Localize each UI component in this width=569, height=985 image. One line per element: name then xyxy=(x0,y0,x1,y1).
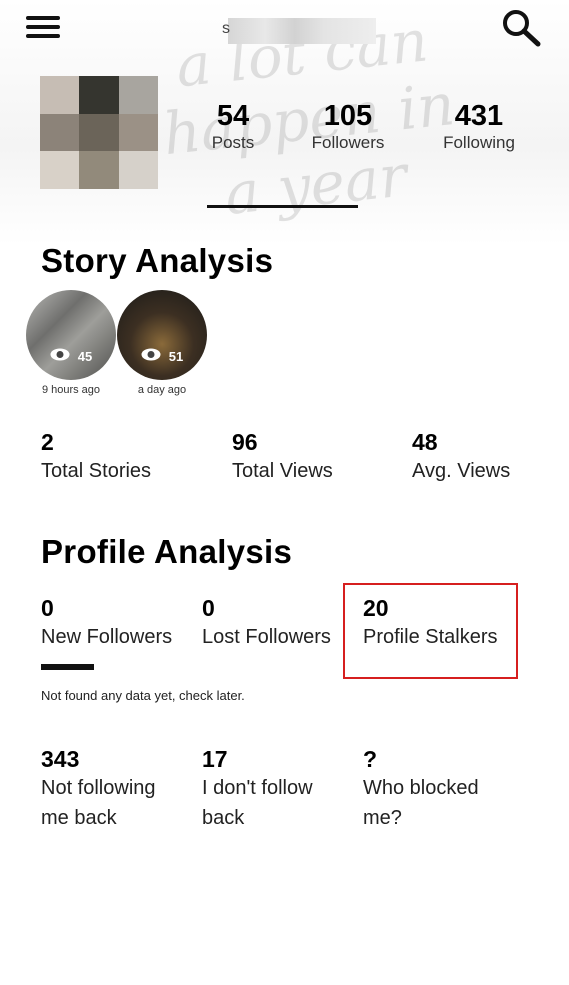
metric-label-line1: I don't follow xyxy=(202,777,313,799)
i-dont-follow-back-metric[interactable]: 17 I don't follow back xyxy=(202,745,313,833)
username-blurred xyxy=(228,18,376,44)
metric-label-line2: me back xyxy=(41,807,117,829)
metric-label-line2: back xyxy=(202,807,245,829)
metric-value: ? xyxy=(363,746,378,772)
following-count[interactable]: 431 Following xyxy=(424,100,534,153)
search-icon[interactable] xyxy=(500,8,542,48)
metric-label: Total Stories xyxy=(41,460,152,482)
following-value: 431 xyxy=(454,100,504,132)
highlight-box xyxy=(343,583,518,679)
metric-value: 0 xyxy=(202,595,215,621)
total-views-metric[interactable]: 96 Total Views xyxy=(232,428,333,486)
metric-label: Total Views xyxy=(232,460,333,482)
story-analysis-title: Story Analysis xyxy=(41,242,274,279)
metric-value: 48 xyxy=(412,429,438,455)
menu-icon[interactable] xyxy=(26,14,60,40)
total-stories-metric[interactable]: 2 Total Stories xyxy=(41,428,151,486)
metric-label-line2: me? xyxy=(363,807,402,829)
metric-value: 343 xyxy=(41,746,80,772)
avatar[interactable] xyxy=(40,76,158,189)
profile-analysis-title: Profile Analysis xyxy=(41,533,293,570)
metric-value: 0 xyxy=(41,595,54,621)
metric-label: New Followers xyxy=(41,626,173,648)
story-thumbnail[interactable]: 51 xyxy=(117,290,207,380)
username: s xyxy=(222,20,230,37)
posts-label: Posts xyxy=(211,133,255,152)
tab-indicator xyxy=(207,205,358,208)
avg-views-metric[interactable]: 48 Avg. Views xyxy=(412,428,510,486)
lost-followers-metric[interactable]: 0 Lost Followers xyxy=(202,594,331,652)
metric-label-line1: Who blocked xyxy=(363,777,479,799)
story-views: 51 xyxy=(117,348,207,364)
eye-icon xyxy=(50,348,70,364)
new-followers-metric[interactable]: 0 New Followers xyxy=(41,594,172,652)
story-views: 45 xyxy=(26,348,116,364)
followers-label: Followers xyxy=(311,133,385,152)
story-time: a day ago xyxy=(137,384,187,396)
posts-value: 54 xyxy=(216,100,250,132)
who-blocked-me-metric[interactable]: ? Who blocked me? xyxy=(363,745,479,833)
story-views-count: 45 xyxy=(77,348,93,364)
metric-label: Lost Followers xyxy=(202,626,331,648)
metric-label-line1: Not following xyxy=(41,777,156,799)
story-thumbnail[interactable]: 45 xyxy=(26,290,116,380)
metric-value: 96 xyxy=(232,429,258,455)
metric-value: 17 xyxy=(202,746,228,772)
metric-value: 2 xyxy=(41,429,54,455)
followers-count[interactable]: 105 Followers xyxy=(293,100,403,153)
eye-icon xyxy=(141,348,161,364)
selected-indicator xyxy=(41,664,94,670)
following-label: Following xyxy=(443,133,515,152)
story-views-count: 51 xyxy=(168,348,184,364)
not-following-back-metric[interactable]: 343 Not following me back xyxy=(41,745,156,833)
empty-data-note: Not found any data yet, check later. xyxy=(41,688,245,703)
metric-label: Avg. Views xyxy=(412,460,511,482)
story-time: 9 hours ago xyxy=(41,384,101,396)
followers-value: 105 xyxy=(323,100,373,132)
posts-count[interactable]: 54 Posts xyxy=(178,100,288,153)
